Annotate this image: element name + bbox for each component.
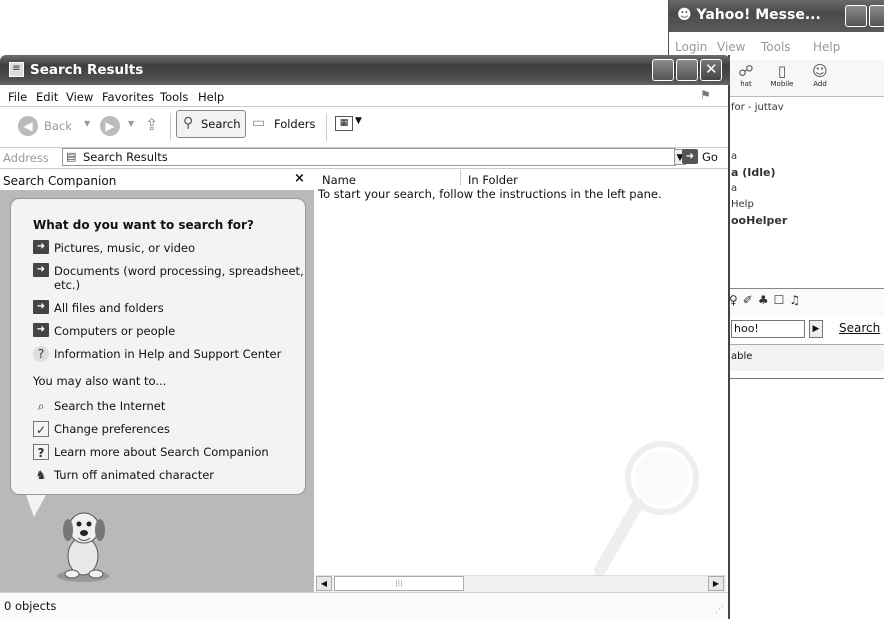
yahoo-mobile-button[interactable]: ▯ Mobile — [765, 62, 799, 88]
yahoo-chat-button[interactable]: ☍ hat — [729, 62, 763, 88]
search-results-app-icon: ≡ — [9, 62, 24, 77]
yahoo-menu-login[interactable]: Login — [675, 40, 707, 54]
back-arrow-icon: ◀ — [18, 116, 38, 136]
forward-arrow-icon: ▶ — [100, 116, 120, 136]
animated-character-icon: ♞ — [35, 468, 47, 482]
option-change-preferences[interactable]: ✓ Change preferences — [33, 421, 293, 437]
views-icon: ▦ — [335, 116, 353, 131]
option-documents[interactable]: ➜ Documents (word processing, spreadshee… — [33, 263, 304, 293]
internet-search-icon: ⌕ — [37, 399, 45, 413]
search-results-page-icon: ▤ — [66, 150, 77, 163]
scroll-left-icon[interactable]: ◀ — [316, 576, 332, 591]
menu-help[interactable]: Help — [198, 90, 224, 104]
resize-grip-icon[interactable]: ⋰ — [715, 605, 724, 615]
menu-file[interactable]: File — [8, 90, 27, 104]
option-learn-more[interactable]: ? Learn more about Search Companion — [33, 444, 293, 460]
maximize-button[interactable] — [676, 59, 698, 81]
yahoo-search-button[interactable]: Search — [839, 321, 880, 335]
toolbar-separator — [326, 113, 327, 141]
yahoo-quick-icons[interactable]: ♀✐♣☐♫ — [729, 293, 805, 307]
yahoo-menu-view[interactable]: View — [717, 40, 745, 54]
yahoo-contact-help[interactable]: Help — [731, 199, 754, 210]
help-center-icon: ? — [33, 346, 49, 362]
yahoo-contact-line[interactable]: a — [731, 151, 737, 162]
option-turn-off-character[interactable]: ♞ Turn off animated character — [33, 467, 293, 483]
column-name[interactable]: Name — [322, 173, 356, 187]
add-icon: ☺ — [812, 62, 828, 80]
go-arrow-icon: ➜ — [682, 149, 698, 164]
search-icon: ⚲ — [183, 115, 194, 131]
yahoo-search-arrow-icon[interactable]: ▶ — [809, 320, 823, 338]
status-bar: 0 objects — [0, 592, 728, 620]
column-in-folder[interactable]: In Folder — [468, 173, 518, 187]
option-search-internet[interactable]: ⌕ Search the Internet — [33, 398, 293, 414]
search-dog-character[interactable] — [50, 506, 120, 584]
mobile-icon: ▯ — [777, 62, 787, 80]
back-dropdown-icon[interactable]: ▼ — [84, 119, 90, 128]
search-question-heading: What do you want to search for? — [33, 218, 254, 232]
minimize-button[interactable] — [652, 59, 674, 81]
menu-bar: File Edit View Favorites Tools Help — [0, 86, 728, 107]
option-pictures[interactable]: ➜ Pictures, music, or video — [33, 240, 293, 256]
scroll-right-icon[interactable]: ▶ — [708, 576, 724, 591]
status-object-count: 0 objects — [4, 599, 57, 613]
toolbar-separator — [170, 113, 171, 141]
magnifier-watermark-icon — [594, 441, 699, 576]
instructions-message: To start your search, follow the instruc… — [318, 187, 662, 201]
close-button[interactable]: ✕ — [700, 59, 722, 81]
search-companion-header: Search Companion × — [0, 170, 314, 191]
column-divider[interactable] — [460, 170, 461, 185]
option-computers-people[interactable]: ➜ Computers or people — [33, 323, 293, 339]
yahoo-contact-helper[interactable]: ooHelper — [731, 214, 787, 227]
question-mark-icon: ? — [33, 444, 49, 460]
yahoo-friends-header: for - juttav — [731, 102, 784, 113]
up-folder-icon[interactable]: ⇪ — [145, 115, 158, 134]
yahoo-minimize-button[interactable] — [845, 5, 867, 27]
menu-view[interactable]: View — [66, 90, 93, 104]
arrow-right-icon: ➜ — [33, 263, 49, 277]
menu-edit[interactable]: Edit — [36, 90, 58, 104]
search-button[interactable]: ⚲ Search — [176, 110, 246, 138]
chat-icon: ☍ — [738, 62, 754, 80]
close-pane-icon[interactable]: × — [294, 171, 305, 186]
arrow-right-icon: ➜ — [33, 240, 49, 254]
preferences-icon: ✓ — [33, 421, 49, 437]
arrow-right-icon: ➜ — [33, 300, 49, 314]
speech-bubble-tail — [26, 495, 46, 517]
forward-dropdown-icon[interactable]: ▼ — [128, 119, 134, 128]
option-all-files[interactable]: ➜ All files and folders — [33, 300, 293, 316]
option-help-center[interactable]: ? Information in Help and Support Center — [33, 346, 303, 362]
yahoo-menu-tools[interactable]: Tools — [761, 40, 791, 54]
yahoo-maximize-button[interactable] — [869, 5, 884, 27]
arrow-right-icon: ➜ — [33, 323, 49, 337]
folder-icon: ▭ — [252, 115, 266, 131]
windows-logo-icon: ⚑ — [700, 88, 711, 102]
menu-tools[interactable]: Tools — [160, 90, 188, 104]
folders-button[interactable]: ▭ Folders — [252, 112, 320, 136]
window-title: Search Results — [30, 62, 144, 78]
scroll-thumb[interactable]: ||| — [334, 576, 464, 591]
address-field[interactable]: ▤ Search Results — [62, 148, 676, 166]
views-button[interactable]: ▦ ▼ — [332, 114, 368, 136]
address-label: Address — [3, 151, 49, 165]
yahoo-add-button[interactable]: ☺ Add — [803, 62, 837, 88]
yahoo-status-text[interactable]: able — [731, 351, 752, 362]
views-dropdown-icon: ▼ — [355, 116, 362, 126]
yahoo-menu-help[interactable]: Help — [813, 40, 840, 54]
yahoo-contact-line[interactable]: a — [731, 183, 737, 194]
menu-favorites[interactable]: Favorites — [102, 90, 154, 104]
yahoo-search-input[interactable]: hoo! — [731, 320, 805, 338]
yahoo-window-title: ☻ Yahoo! Messe... — [677, 7, 821, 23]
yahoo-title-bar[interactable]: ☻ Yahoo! Messe... — [669, 0, 884, 32]
explorer-title-bar[interactable]: ≡ Search Results ✕ — [0, 55, 730, 85]
yahoo-smiley-icon: ☻ — [677, 7, 692, 23]
yahoo-contact-idle[interactable]: a (Idle) — [731, 166, 776, 179]
also-want-label: You may also want to... — [33, 374, 167, 388]
close-icon: ✕ — [705, 60, 718, 78]
go-button[interactable]: ➜ Go — [682, 149, 722, 165]
